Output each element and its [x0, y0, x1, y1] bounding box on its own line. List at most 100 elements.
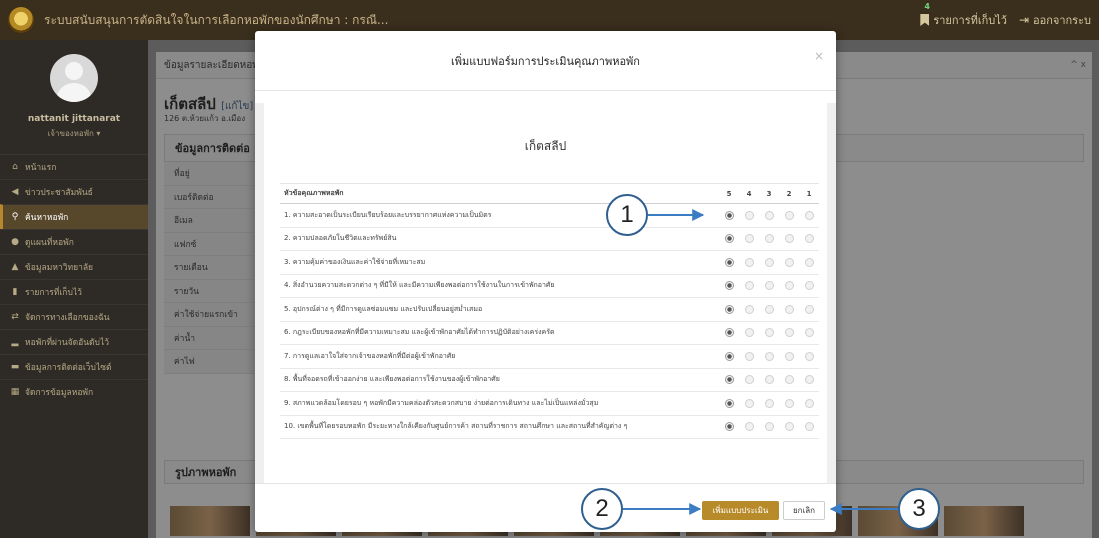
score-radio[interactable]	[724, 328, 734, 338]
score-radio[interactable]	[804, 398, 814, 408]
sidebar-item[interactable]: ▂ หอพักที่ผ่านจัดอันดับไว้	[0, 329, 148, 354]
score-cell	[719, 368, 739, 392]
score-radio[interactable]	[804, 422, 814, 432]
place-address: 126 ต.ห้วยแก้ว อ.เมือง	[164, 114, 246, 123]
score-radio[interactable]	[724, 375, 734, 385]
score-radio[interactable]	[764, 304, 774, 314]
sidebar-item[interactable]: ● ดูแผนที่หอพัก	[0, 229, 148, 254]
score-radio[interactable]	[804, 351, 814, 361]
score-radio[interactable]	[764, 422, 774, 432]
score-radio[interactable]	[784, 281, 794, 291]
modal-body: เก็ตสลีป หัวข้อคุณภาพหอพัก 5 4 3 2 1 1. …	[255, 103, 836, 483]
score-radio[interactable]	[724, 351, 734, 361]
score-radio[interactable]	[744, 234, 754, 244]
score-radio[interactable]	[804, 257, 814, 267]
score-cell	[759, 415, 779, 439]
score-radio[interactable]	[784, 257, 794, 267]
photo-thumbnail[interactable]	[944, 506, 1024, 536]
score-radio[interactable]	[724, 304, 734, 314]
score-radio[interactable]	[804, 281, 814, 291]
score-radio[interactable]	[744, 328, 754, 338]
cancel-button[interactable]: ยกเลิก	[783, 501, 825, 520]
callout-2: 2	[581, 488, 623, 530]
add-evaluation-button[interactable]: เพิ่มแบบประเมิน	[702, 501, 779, 520]
table-row: 9. สภาพแวดล้อมโดยรอบ ๆ หอพักมีความคล่องต…	[280, 391, 819, 416]
score-radio[interactable]	[784, 304, 794, 314]
sidebar-item[interactable]: ▲ ข้อมูลมหาวิทยาลัย	[0, 254, 148, 279]
sidebar-item[interactable]: ⇄ จัดการทางเลือกของฉัน	[0, 304, 148, 329]
question-text: 9. สภาพแวดล้อมโดยรอบ ๆ หอพักมีความคล่องต…	[280, 391, 719, 416]
table-row: 6. กฎระเบียบของหอพักที่มีความเหมาะสม และ…	[280, 321, 819, 345]
score-radio[interactable]	[744, 281, 754, 291]
map-pin-icon: ●	[11, 237, 19, 247]
bar-chart-icon: ▂	[11, 337, 19, 347]
column-header-score: 3	[759, 183, 779, 204]
sidebar-item[interactable]: ▦ จัดการข้อมูลหอพัก	[0, 379, 148, 404]
score-cell	[759, 297, 779, 322]
score-radio[interactable]	[804, 304, 814, 314]
panel-tools[interactable]: ^ x	[1070, 60, 1086, 70]
score-cell	[719, 297, 739, 322]
score-radio[interactable]	[744, 210, 754, 220]
score-radio[interactable]	[764, 257, 774, 267]
score-radio[interactable]	[784, 328, 794, 338]
close-icon[interactable]: ×	[814, 49, 824, 63]
score-radio[interactable]	[764, 328, 774, 338]
score-radio[interactable]	[784, 234, 794, 244]
question-text: 5. อุปกรณ์ต่าง ๆ ที่มีการดูแลซ่อมแซม และ…	[280, 297, 719, 322]
question-text: 1. ความสะอาดเป็นระเบียบเรียบร้อยและบรรยา…	[280, 203, 719, 228]
score-radio[interactable]	[784, 351, 794, 361]
exchange-icon: ⇄	[11, 312, 19, 322]
sidebar-item[interactable]: ⚲ ค้นหาหอพัก	[0, 204, 148, 229]
home-icon: ⌂	[12, 162, 18, 172]
score-radio[interactable]	[764, 351, 774, 361]
score-radio[interactable]	[724, 422, 734, 432]
score-radio[interactable]	[724, 281, 734, 291]
bookmarks-count-badge: 4	[924, 2, 930, 11]
score-radio[interactable]	[724, 257, 734, 267]
score-radio[interactable]	[784, 422, 794, 432]
score-radio[interactable]	[804, 210, 814, 220]
score-radio[interactable]	[724, 210, 734, 220]
sidebar-item[interactable]: ▬ ข้อมูลการติดต่อเว็บไซต์	[0, 354, 148, 379]
photo-thumbnail[interactable]	[170, 506, 250, 536]
score-radio[interactable]	[804, 234, 814, 244]
score-cell	[779, 203, 799, 228]
score-radio[interactable]	[744, 351, 754, 361]
place-edit-link[interactable]: [แก้ไข]	[221, 101, 253, 112]
score-radio[interactable]	[784, 375, 794, 385]
avatar	[50, 54, 98, 102]
sidebar-item-label: จัดการทางเลือกของฉัน	[25, 313, 110, 323]
score-radio[interactable]	[744, 398, 754, 408]
score-radio[interactable]	[744, 304, 754, 314]
score-cell	[799, 297, 819, 322]
score-radio[interactable]	[784, 210, 794, 220]
score-radio[interactable]	[724, 234, 734, 244]
score-radio[interactable]	[764, 375, 774, 385]
score-radio[interactable]	[784, 398, 794, 408]
score-radio[interactable]	[744, 257, 754, 267]
score-radio[interactable]	[764, 281, 774, 291]
score-radio[interactable]	[764, 398, 774, 408]
score-radio[interactable]	[744, 375, 754, 385]
contact-row-label: รายวัน	[164, 279, 254, 303]
sidebar-item[interactable]: ▮ รายการที่เก็บไว้	[0, 279, 148, 304]
app-title[interactable]: ระบบสนับสนุนการตัดสินใจในการเลือกหอพักขอ…	[44, 11, 388, 30]
bookmarks-link[interactable]: 4 รายการที่เก็บไว้	[920, 2, 1007, 29]
score-radio[interactable]	[764, 234, 774, 244]
sidebar-item[interactable]: ◀ ข่าวประชาสัมพันธ์	[0, 179, 148, 204]
logout-link[interactable]: ⇥ ออกจากระบ	[1019, 11, 1091, 29]
score-radio[interactable]	[764, 210, 774, 220]
score-radio[interactable]	[804, 375, 814, 385]
table-row: 7. การดูแลเอาใจใส่จากเจ้าของหอพักที่มีต่…	[280, 344, 819, 369]
university-logo-icon[interactable]	[8, 7, 34, 33]
evaluation-modal: เพิ่มแบบฟอร์มการประเมินคุณภาพหอพัก × เก็…	[255, 31, 836, 532]
score-radio[interactable]	[744, 422, 754, 432]
score-radio[interactable]	[804, 328, 814, 338]
user-role-dropdown[interactable]: เจ้าของหอพัก ▾	[0, 127, 148, 140]
score-cell	[799, 391, 819, 416]
score-cell	[759, 344, 779, 369]
column-header-score: 5	[719, 183, 739, 204]
score-radio[interactable]	[724, 398, 734, 408]
sidebar-item[interactable]: ⌂ หน้าแรก	[0, 154, 148, 179]
